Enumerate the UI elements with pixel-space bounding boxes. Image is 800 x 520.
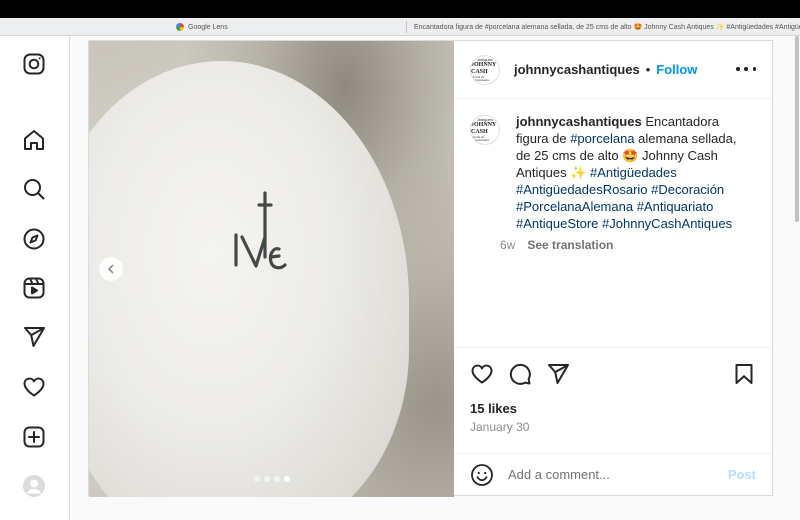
post-actions bbox=[454, 347, 772, 407]
search-icon[interactable] bbox=[22, 177, 46, 201]
browser-top-bar bbox=[0, 0, 800, 18]
author-username[interactable]: johnnycashantiques bbox=[514, 62, 640, 77]
scrollbar-thumb[interactable] bbox=[795, 36, 799, 222]
comment-input[interactable] bbox=[508, 467, 708, 482]
carousel-dot bbox=[274, 476, 280, 482]
post-sidebar: Antiques JOHNNY CASH Tienda de Antigüeda… bbox=[454, 41, 772, 495]
hashtag[interactable]: #Decoración bbox=[651, 182, 724, 197]
carousel-dot-active bbox=[284, 476, 290, 482]
google-icon bbox=[176, 23, 184, 31]
follow-button[interactable]: Follow bbox=[656, 62, 697, 77]
separator: • bbox=[645, 62, 651, 77]
porcelain-mark-image bbox=[234, 191, 287, 270]
comment-icon[interactable] bbox=[508, 362, 532, 386]
explore-icon[interactable] bbox=[22, 227, 46, 251]
tab-title: Google Lens bbox=[188, 23, 228, 31]
author-avatar[interactable]: Antiques JOHNNY CASH Tienda de Antigüeda… bbox=[470, 54, 500, 85]
hashtag[interactable]: #AntiqueStore bbox=[516, 216, 598, 231]
caption-username[interactable]: johnnycashantiques bbox=[516, 114, 642, 129]
home-icon[interactable] bbox=[22, 128, 46, 152]
hashtag[interactable]: #Antiquariato bbox=[637, 199, 714, 214]
caption-meta: 6w See translation bbox=[500, 238, 744, 252]
instagram-logo-icon[interactable] bbox=[22, 52, 46, 76]
tab-divider bbox=[406, 21, 407, 33]
carousel-dot bbox=[264, 476, 270, 482]
avatar-logo-line: JOHNNY CASH bbox=[471, 122, 497, 135]
caption-text: johnnycashantiques Encantadora figura de… bbox=[516, 113, 744, 232]
reels-icon[interactable] bbox=[22, 276, 46, 300]
chevron-left-icon bbox=[108, 264, 114, 274]
page-scrollbar[interactable] bbox=[794, 36, 800, 236]
hashtag[interactable]: #JohnnyCashAntiques bbox=[602, 216, 732, 231]
post-comment-button[interactable]: Post bbox=[728, 467, 756, 482]
carousel-dot bbox=[254, 476, 260, 482]
avatar-logo-line: Tienda de Antigüedades bbox=[471, 74, 490, 82]
browser-tab-strip: Google Lens Encantadora figura de #porce… bbox=[0, 18, 800, 36]
post-modal: Antiques JOHNNY CASH Tienda de Antigüeda… bbox=[88, 40, 773, 497]
post-age: 6w bbox=[500, 238, 516, 252]
avatar-logo-line: Tienda de Antigüedades bbox=[471, 135, 490, 142]
caption-avatar[interactable]: Antiques JOHNNY CASH Tienda de Antigüeda… bbox=[470, 115, 500, 145]
post-caption: Antiques JOHNNY CASH Tienda de Antigüeda… bbox=[470, 113, 760, 252]
hashtag[interactable]: #AntigüedadesRosario bbox=[516, 182, 648, 197]
previous-image-button[interactable] bbox=[99, 257, 123, 281]
notifications-icon[interactable] bbox=[22, 375, 46, 399]
post-header: Antiques JOHNNY CASH Tienda de Antigüeda… bbox=[454, 41, 772, 99]
messages-icon[interactable] bbox=[22, 325, 46, 349]
left-navigation bbox=[0, 36, 70, 520]
see-translation-link[interactable]: See translation bbox=[527, 238, 613, 252]
tab-google-lens[interactable]: Google Lens bbox=[176, 18, 406, 36]
create-icon[interactable] bbox=[22, 425, 46, 449]
post-date: January 30 bbox=[470, 420, 530, 434]
post-photo[interactable] bbox=[89, 41, 454, 497]
carousel-indicator bbox=[254, 476, 290, 482]
save-bookmark-icon[interactable] bbox=[732, 362, 756, 386]
avatar-logo-line: JOHNNY CASH bbox=[471, 61, 497, 75]
emoji-icon[interactable] bbox=[470, 463, 494, 487]
share-icon[interactable] bbox=[546, 362, 570, 386]
tab-instagram-post[interactable]: Encantadora figura de #porcelana alemana… bbox=[410, 18, 800, 36]
profile-avatar[interactable] bbox=[22, 474, 46, 498]
likes-count[interactable]: 15 likes bbox=[470, 401, 517, 416]
hashtag[interactable]: #porcelana bbox=[570, 131, 634, 146]
comment-bar: Post bbox=[454, 453, 772, 495]
tab-title: Encantadora figura de #porcelana alemana… bbox=[414, 24, 800, 31]
hashtag[interactable]: #PorcelanaAlemana bbox=[516, 199, 633, 214]
hashtag[interactable]: #Antigüedades bbox=[590, 165, 677, 180]
like-icon[interactable] bbox=[470, 362, 494, 386]
more-options-icon[interactable] bbox=[736, 61, 756, 77]
